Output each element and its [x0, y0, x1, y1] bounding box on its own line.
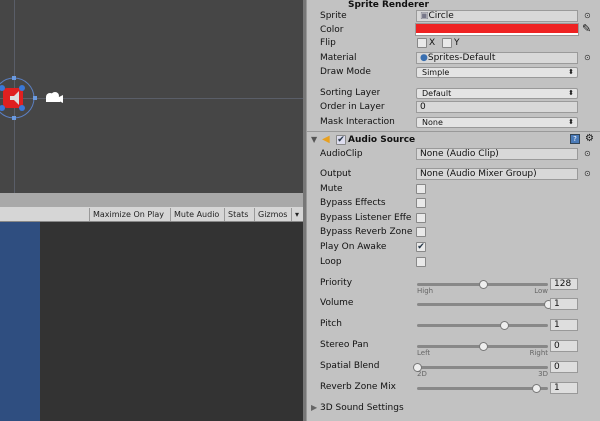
output-field[interactable]: None (Audio Mixer Group)	[416, 168, 578, 180]
audioclip-field[interactable]: None (Audio Clip)	[416, 148, 578, 160]
slider-track[interactable]	[417, 321, 548, 330]
game-view-camera-area	[0, 222, 40, 421]
mask-interaction-dropdown[interactable]: None ⬍	[416, 117, 578, 128]
order-in-layer-input[interactable]: 0	[416, 101, 578, 113]
object-picker-icon[interactable]: ⊙	[584, 149, 591, 158]
gizmos-button[interactable]: Gizmos	[254, 208, 290, 221]
draw-mode-value: Simple	[422, 68, 450, 77]
toggle-label: Bypass Listener Effe	[320, 213, 412, 223]
eyedropper-icon[interactable]: ✎	[582, 22, 591, 35]
object-picker-icon[interactable]: ⊙	[584, 53, 591, 62]
toggle-label: Bypass Reverb Zone	[320, 227, 413, 237]
slider-track[interactable]	[413, 363, 548, 372]
slider-value-input[interactable]: 1	[550, 319, 578, 331]
maximize-on-play-button[interactable]: Maximize On Play	[89, 208, 167, 221]
foldout-arrow-icon[interactable]: ▶	[311, 403, 317, 412]
slider-track[interactable]	[417, 342, 548, 351]
toggle-checkbox[interactable]: ✔	[416, 242, 426, 252]
game-view	[0, 222, 303, 421]
sorting-layer-value: Default	[422, 89, 452, 98]
slider-min-label: 2D	[417, 370, 427, 378]
sprite-field[interactable]: ▣Circle	[416, 10, 578, 22]
draw-mode-label: Draw Mode	[320, 67, 371, 77]
slider-value-input[interactable]: 128	[550, 278, 578, 290]
slider-label: Volume	[320, 298, 354, 308]
slider-track[interactable]	[417, 300, 553, 309]
help-icon[interactable]: ?	[570, 134, 580, 144]
scene-view[interactable]	[0, 0, 303, 193]
dropdown-arrow-icon: ⬍	[568, 118, 574, 126]
slider-value-input[interactable]: 1	[550, 382, 578, 394]
dropdown-arrow-icon: ⬍	[568, 89, 574, 97]
audio-source-gizmo-icon[interactable]	[0, 76, 70, 122]
toggle-checkbox[interactable]	[416, 213, 426, 223]
material-value: Sprites-Default	[427, 53, 496, 63]
component-separator	[306, 131, 600, 132]
toggle-label: Bypass Effects	[320, 198, 386, 208]
gear-icon[interactable]: ⚙	[585, 133, 594, 144]
flip-y-label: Y	[454, 38, 460, 48]
slider-max-label: Right	[529, 349, 548, 357]
audio-source-title: Audio Source	[348, 135, 416, 145]
slider-track[interactable]	[417, 384, 548, 393]
slider-label: Spatial Blend	[320, 361, 380, 371]
toggle-checkbox[interactable]	[416, 184, 426, 194]
slider-knob[interactable]	[478, 280, 488, 289]
slider-label: Stereo Pan	[320, 340, 369, 350]
sprite-value: Circle	[428, 11, 454, 21]
flip-y-checkbox[interactable]	[442, 38, 452, 48]
sprite-icon: ▣	[420, 11, 429, 21]
slider-value-input[interactable]: 1	[550, 298, 578, 310]
3d-sound-settings-foldout[interactable]: 3D Sound Settings	[320, 403, 404, 413]
slider-max-label: Low	[534, 287, 548, 295]
color-label: Color	[320, 25, 344, 35]
slider-label: Priority	[320, 278, 353, 288]
slider-knob[interactable]	[532, 384, 542, 393]
toggle-label: Mute	[320, 184, 343, 194]
output-label: Output	[320, 169, 352, 179]
sorting-layer-label: Sorting Layer	[320, 88, 381, 98]
slider-min-label: Left	[417, 349, 431, 357]
stats-button[interactable]: Stats	[224, 208, 251, 221]
slider-knob[interactable]	[478, 342, 488, 351]
material-field[interactable]: ●Sprites-Default	[416, 52, 578, 64]
flip-x-label: X	[429, 38, 436, 48]
audioclip-label: AudioClip	[320, 149, 363, 159]
foldout-arrow-icon[interactable]: ▼	[311, 135, 317, 144]
object-picker-icon[interactable]: ⊙	[584, 169, 591, 178]
toggle-label: Loop	[320, 257, 342, 267]
color-field[interactable]	[415, 23, 579, 36]
flip-label: Flip	[320, 38, 336, 48]
gizmos-dropdown-icon[interactable]: ▾	[291, 208, 302, 221]
slider-track[interactable]	[417, 280, 548, 289]
order-in-layer-label: Order in Layer	[320, 102, 385, 112]
material-label: Material	[320, 53, 357, 63]
slider-value-input[interactable]: 0	[550, 361, 578, 373]
slider-max-label: 3D	[538, 370, 548, 378]
toggle-checkbox[interactable]	[416, 198, 426, 208]
toggle-checkbox[interactable]	[416, 227, 426, 237]
sprite-renderer-title: Sprite Renderer	[348, 0, 429, 10]
mask-interaction-label: Mask Interaction	[320, 117, 395, 127]
mask-interaction-value: None	[422, 118, 443, 127]
sprite-label: Sprite	[320, 11, 347, 21]
material-icon: ●	[420, 53, 428, 63]
panel-separator	[0, 193, 303, 208]
slider-label: Reverb Zone Mix	[320, 382, 396, 392]
audio-source-icon: ◀	[322, 134, 330, 145]
audio-source-enabled-checkbox[interactable]: ✔	[336, 135, 346, 145]
dropdown-arrow-icon: ⬍	[568, 68, 574, 76]
sorting-layer-dropdown[interactable]: Default ⬍	[416, 88, 578, 99]
slider-label: Pitch	[320, 319, 342, 329]
mute-audio-button[interactable]: Mute Audio	[170, 208, 222, 221]
slider-min-label: High	[417, 287, 434, 295]
toggle-label: Play On Awake	[320, 242, 387, 252]
draw-mode-dropdown[interactable]: Simple ⬍	[416, 67, 578, 78]
toggle-checkbox[interactable]	[416, 257, 426, 267]
flip-x-checkbox[interactable]	[417, 38, 427, 48]
object-picker-icon[interactable]: ⊙	[584, 11, 591, 20]
slider-value-input[interactable]: 0	[550, 340, 578, 352]
